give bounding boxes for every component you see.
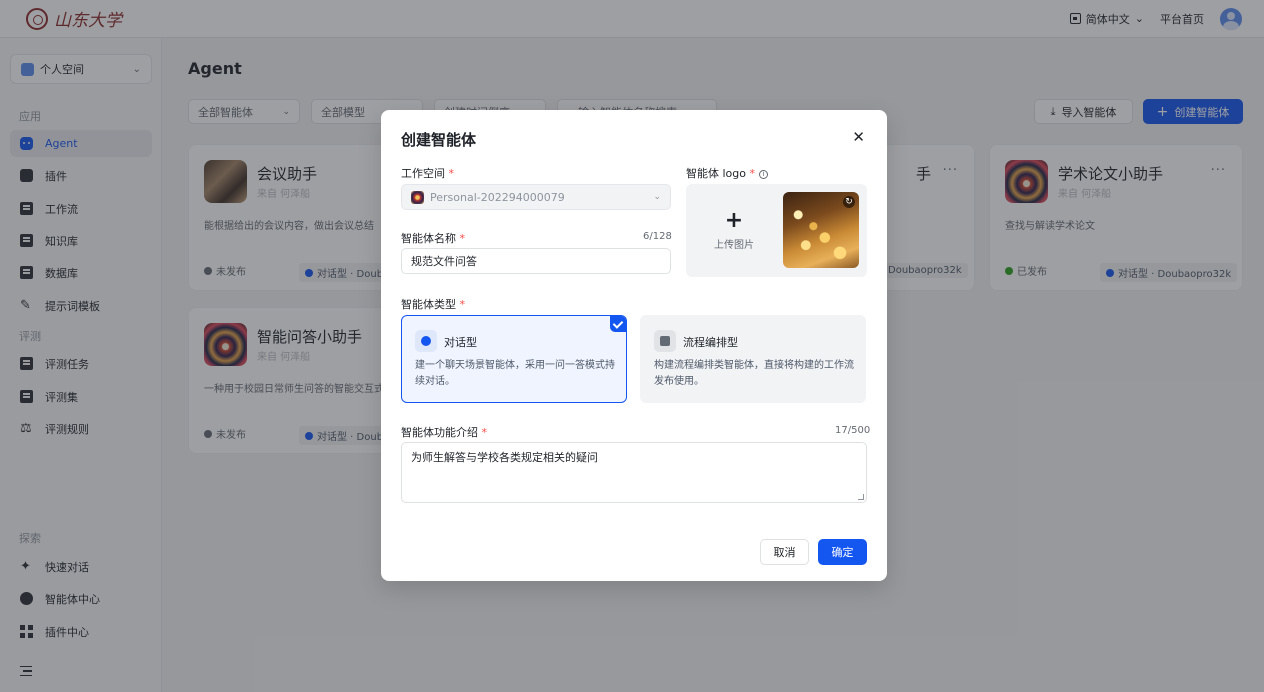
workspace-label-text: 工作空间 — [401, 167, 445, 180]
plus-icon: + — [724, 208, 744, 233]
dialog-title: 创建智能体 — [401, 131, 477, 149]
upload-image-button[interactable]: + 上传图片 — [686, 184, 782, 277]
type-desc: 建一个聊天场景智能体，采用一问一答模式持续对话。 — [415, 360, 615, 387]
type-option-workflow[interactable]: 流程编排型 构建流程编排类智能体，直接将构建的工作流发布使用。 — [640, 315, 866, 403]
type-name: 流程编排型 — [683, 336, 738, 349]
required-mark: * — [749, 167, 756, 180]
chat-bubble-icon — [415, 330, 437, 352]
cancel-button[interactable]: 取消 — [760, 539, 809, 565]
name-char-count: 6/128 — [643, 231, 672, 242]
resize-handle-icon[interactable] — [858, 494, 864, 500]
required-mark: * — [459, 298, 466, 311]
type-label: 智能体类型 * — [401, 296, 465, 312]
type-name: 对话型 — [444, 336, 477, 349]
required-mark: * — [459, 232, 466, 245]
agent-name-value: 规范文件问答 — [411, 255, 477, 268]
checkmark-icon — [610, 316, 626, 332]
name-label: 智能体名称 * — [401, 230, 465, 246]
info-icon[interactable]: i — [759, 170, 768, 179]
type-label-text: 智能体类型 — [401, 298, 456, 311]
type-desc: 构建流程编排类智能体，直接将构建的工作流发布使用。 — [654, 360, 854, 387]
workspace-icon — [411, 190, 424, 204]
workspace-label: 工作空间 * — [401, 165, 454, 181]
logo-label: 智能体 logo * i — [686, 165, 768, 181]
logo-preview-image: ↻ — [783, 192, 859, 268]
name-label-text: 智能体名称 — [401, 232, 456, 245]
agent-description-value: 为师生解答与学校各类规定相关的疑问 — [411, 451, 598, 464]
workspace-value: Personal-202294000079 — [430, 190, 565, 204]
confirm-button[interactable]: 确定 — [818, 539, 867, 565]
workflow-icon — [654, 330, 676, 352]
workspace-select[interactable]: Personal-202294000079 ⌄ — [401, 184, 671, 210]
agent-name-input[interactable]: 规范文件问答 — [401, 248, 671, 274]
required-mark: * — [448, 167, 455, 180]
type-option-chat[interactable]: 对话型 建一个聊天场景智能体，采用一问一答模式持续对话。 — [401, 315, 627, 403]
required-mark: * — [481, 426, 488, 439]
desc-label-text: 智能体功能介绍 — [401, 426, 478, 439]
close-icon[interactable]: ✕ — [852, 128, 865, 146]
logo-upload-area: + 上传图片 ↻ — [686, 184, 867, 277]
agent-description-textarea[interactable]: 为师生解答与学校各类规定相关的疑问 — [401, 442, 867, 503]
upload-label: 上传图片 — [714, 240, 754, 251]
desc-char-count: 17/500 — [835, 425, 871, 436]
create-agent-dialog: 创建智能体 ✕ 工作空间 * Personal-202294000079 ⌄ 智… — [381, 110, 887, 581]
logo-label-text: 智能体 logo — [686, 167, 746, 180]
desc-label: 智能体功能介绍 * — [401, 424, 487, 440]
chevron-down-icon: ⌄ — [653, 192, 661, 202]
refresh-icon[interactable]: ↻ — [843, 196, 855, 208]
